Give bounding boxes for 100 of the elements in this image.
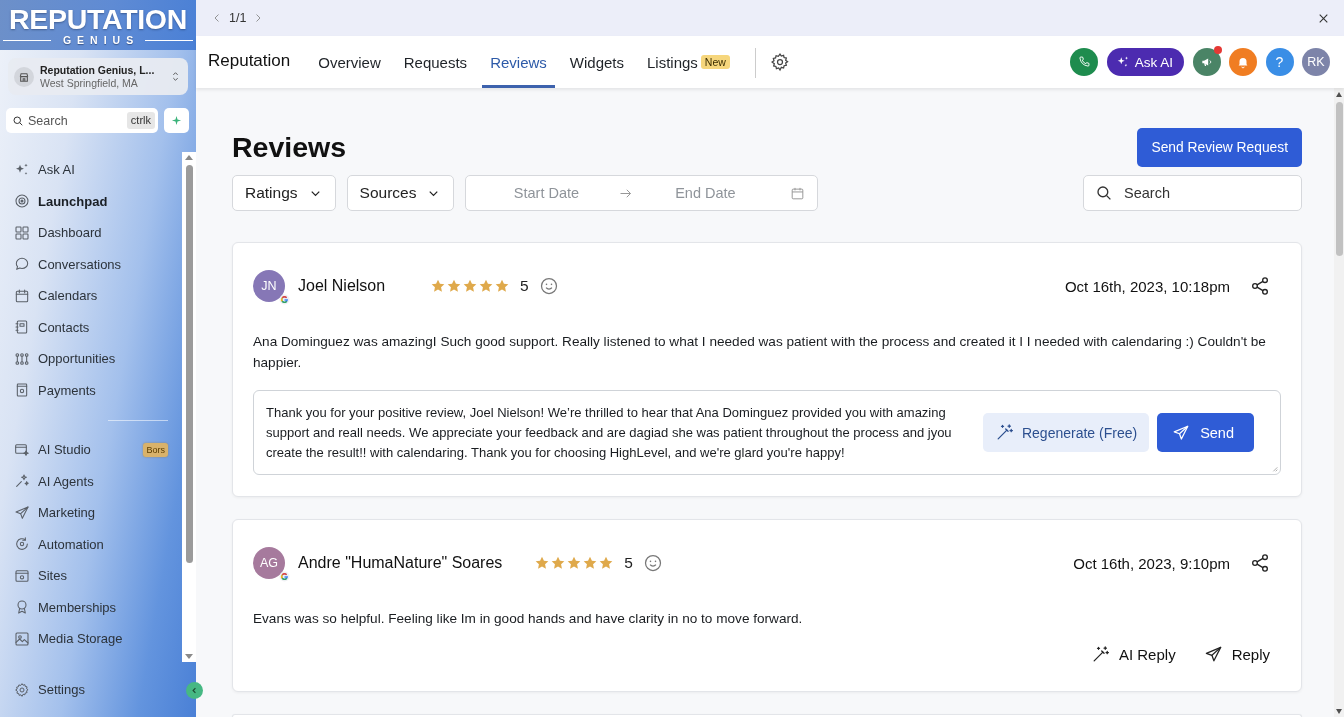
star-icon	[566, 555, 583, 571]
calendar-icon	[790, 185, 806, 201]
paper-plane-icon	[14, 504, 30, 521]
nav-item[interactable]: Automation	[0, 528, 182, 560]
nav-item[interactable]: Calendars	[0, 280, 182, 312]
sparkles-icon	[14, 473, 30, 490]
chat-bubble-icon	[14, 256, 30, 273]
share-icon[interactable]	[1250, 553, 1270, 573]
reply-action-button[interactable]: AI Reply	[1086, 638, 1180, 670]
star-icon	[598, 555, 615, 571]
tab[interactable]: Overview	[310, 36, 389, 88]
filter-dropdown[interactable]: Ratings	[232, 175, 336, 211]
logo-tagline: GENIUS	[61, 34, 140, 46]
address-book-icon	[14, 319, 30, 336]
tab[interactable]: Requests	[395, 36, 476, 88]
smiley-icon	[538, 276, 559, 296]
reviewer-name: Joel Nielson	[298, 277, 387, 295]
calendar-icon	[14, 287, 30, 304]
nav-item[interactable]: Opportunities	[0, 343, 182, 375]
send-review-request-button[interactable]: Send Review Request	[1137, 128, 1302, 167]
nav-item[interactable]: Memberships	[0, 591, 182, 623]
nav-item[interactable]: Launchpad	[0, 185, 182, 217]
paper-plane-icon	[1172, 423, 1191, 442]
review-text: Ana Dominguez was amazingI Such good support. Really listened to what I needed was patient with the process and created it I I needed with calendaring :) Couldn't be happier.	[253, 333, 1267, 372]
reply-field[interactable]	[253, 390, 1281, 475]
phone-icon	[1077, 55, 1092, 69]
date-range-picker[interactable]: Start Date End Date	[465, 175, 819, 211]
nav-item[interactable]: Settings	[0, 674, 99, 706]
start-date-input[interactable]: Start Date	[476, 185, 617, 201]
quick-add-button[interactable]	[164, 108, 189, 133]
share-icon[interactable]	[1250, 276, 1270, 296]
bell-icon	[1236, 55, 1250, 69]
regenerate-button[interactable]: Regenerate (Free)	[982, 413, 1150, 452]
nav-item[interactable]: Payments	[0, 374, 182, 406]
logo-wordmark: REPUTATION	[9, 4, 187, 34]
new-badge: New	[700, 55, 730, 69]
reviewer-name: Andre "HumaNature" Soares	[298, 554, 503, 572]
scrollbar[interactable]	[182, 152, 196, 662]
circular-arrow-icon	[14, 536, 30, 553]
pager-text: 1/1	[229, 11, 247, 25]
label-badge: Bors	[143, 442, 168, 457]
reply-action-button[interactable]: Reply	[1199, 638, 1274, 670]
receipt-icon	[14, 382, 30, 399]
search-icon	[12, 114, 24, 127]
star-icon	[494, 278, 510, 294]
star-icon	[550, 555, 567, 571]
announcements-button[interactable]	[1192, 48, 1221, 76]
star-icon	[430, 278, 446, 294]
target-icon	[14, 193, 30, 210]
nav-item[interactable]: Conversations	[0, 248, 182, 280]
shortcut-hint: ctrlk	[126, 112, 155, 129]
account-switcher[interactable]: Reputation Genius, L... West Springfield, MA	[8, 58, 188, 95]
review-text: Evans was so helpful. Feeling like Im in good hands and have clarity in no to move forward.	[253, 610, 804, 628]
resize-handle-icon[interactable]	[1270, 464, 1278, 472]
star-icon	[446, 278, 462, 294]
app-title: Reputation	[208, 51, 291, 71]
send-button[interactable]: Send	[1157, 413, 1254, 452]
rating-value: 5	[520, 277, 529, 295]
tab[interactable]: Listings New	[639, 36, 738, 88]
nav-item[interactable]: AI Agents	[0, 465, 182, 497]
reviewer-avatar: JN	[253, 270, 285, 302]
rating-value: 5	[624, 554, 633, 572]
browser-icon	[14, 567, 30, 584]
nodes-icon	[14, 350, 30, 367]
tab[interactable]: Widgets	[561, 36, 632, 88]
reply-text: Thank you for your positive review, Joel Nielson! We’re thrilled to hear that Ana Dominguez provided you with amazing support and reall needs. We appreciate your feedback and are dagiad she was patient throughout the process and jyou create the result!! with calendaring. Thank you for choosing HighLevel, and we're glard you're happy!	[266, 403, 953, 462]
end-date-input[interactable]: End Date	[635, 185, 776, 201]
scrollbar[interactable]	[1334, 88, 1344, 717]
sparkle-icon	[171, 115, 182, 126]
gear-icon	[14, 681, 30, 698]
notifications-button[interactable]	[1229, 48, 1257, 76]
star-icon	[582, 555, 599, 571]
nav-item[interactable]: Sites	[0, 560, 182, 592]
nav-item[interactable]: Contacts	[0, 311, 182, 343]
grid-icon	[14, 224, 30, 241]
image-icon	[14, 630, 30, 647]
ask-ai-button[interactable]: Ask AI	[1106, 48, 1184, 76]
settings-icon[interactable]	[769, 52, 790, 72]
search-icon	[1095, 184, 1113, 202]
review-date: Oct 16th, 2023, 9:10pm	[1073, 554, 1230, 572]
star-icon	[534, 555, 551, 571]
user-avatar[interactable]: RK	[1302, 48, 1330, 76]
nav-item[interactable]: Media Storage	[0, 623, 182, 655]
nav-item[interactable]: Marketing	[0, 497, 182, 529]
google-badge-icon	[279, 294, 290, 305]
nav-item[interactable]: Ask AI	[0, 154, 182, 186]
store-icon	[14, 66, 34, 87]
nav-item[interactable]: AI Studio Bors	[0, 434, 182, 466]
call-button[interactable]	[1070, 48, 1099, 76]
search-field[interactable]: Search	[1083, 175, 1302, 211]
page-title: Reviews	[232, 131, 347, 164]
google-badge-icon	[279, 571, 290, 582]
filter-dropdown[interactable]: Sources	[346, 175, 455, 211]
star-icon	[462, 278, 478, 294]
nav-item[interactable]: Dashboard	[0, 217, 182, 249]
window-sparkle-icon	[14, 441, 30, 458]
reviewer-avatar: AG	[253, 547, 285, 579]
award-ribbon-icon	[14, 599, 30, 616]
paper-plane-icon	[1203, 644, 1223, 664]
smiley-icon	[642, 553, 663, 573]
